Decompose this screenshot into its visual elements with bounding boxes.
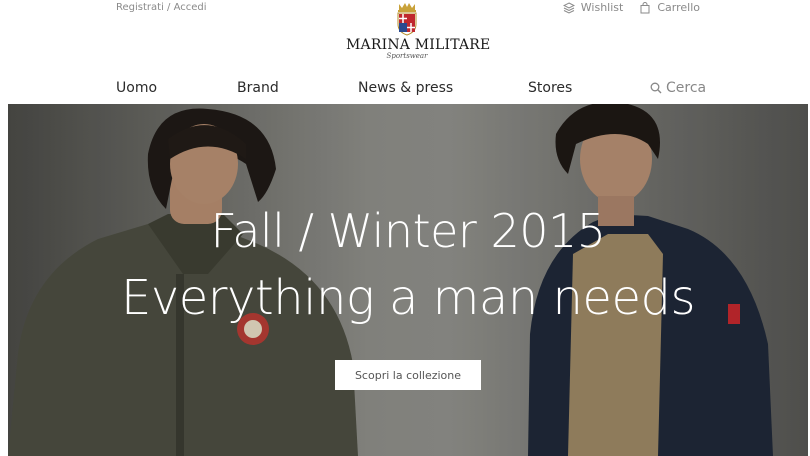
search-button[interactable]: Cerca: [650, 80, 706, 96]
search-icon: [650, 82, 662, 94]
login-register-link[interactable]: Registrati / Accedi: [116, 2, 207, 13]
wishlist-link[interactable]: Wishlist: [562, 1, 624, 14]
coat-of-arms-icon: [397, 3, 417, 36]
nav-item-news-press[interactable]: News & press: [358, 80, 453, 96]
layers-icon: [562, 1, 575, 14]
hero-title-line2: Everything a man needs: [121, 270, 695, 326]
nav-item-brand[interactable]: Brand: [237, 80, 279, 96]
login-register-label[interactable]: Registrati / Accedi: [116, 2, 207, 13]
nav-item-uomo[interactable]: Uomo: [116, 80, 157, 96]
search-label: Cerca: [666, 80, 707, 96]
cart-label: Carrello: [657, 1, 700, 14]
shopping-bag-icon: [640, 1, 650, 13]
logo-subtext: Sportswear: [386, 52, 428, 60]
site-logo[interactable]: MARINA MILITARE Sportswear: [346, 2, 491, 64]
nav-item-stores[interactable]: Stores: [528, 80, 572, 96]
logo-text: MARINA MILITARE: [346, 37, 491, 53]
hero-banner: Fall / Winter 2015 Everything a man need…: [8, 104, 808, 456]
wishlist-label: Wishlist: [580, 1, 624, 14]
hero-title-line1: Fall / Winter 2015: [210, 204, 606, 258]
utility-menu: Wishlist Carrello: [562, 1, 700, 14]
main-navigation: Uomo Brand News & press Stores Cerca: [0, 80, 810, 100]
discover-collection-button[interactable]: Scopri la collezione: [335, 360, 481, 390]
cart-link[interactable]: Carrello: [639, 1, 700, 14]
